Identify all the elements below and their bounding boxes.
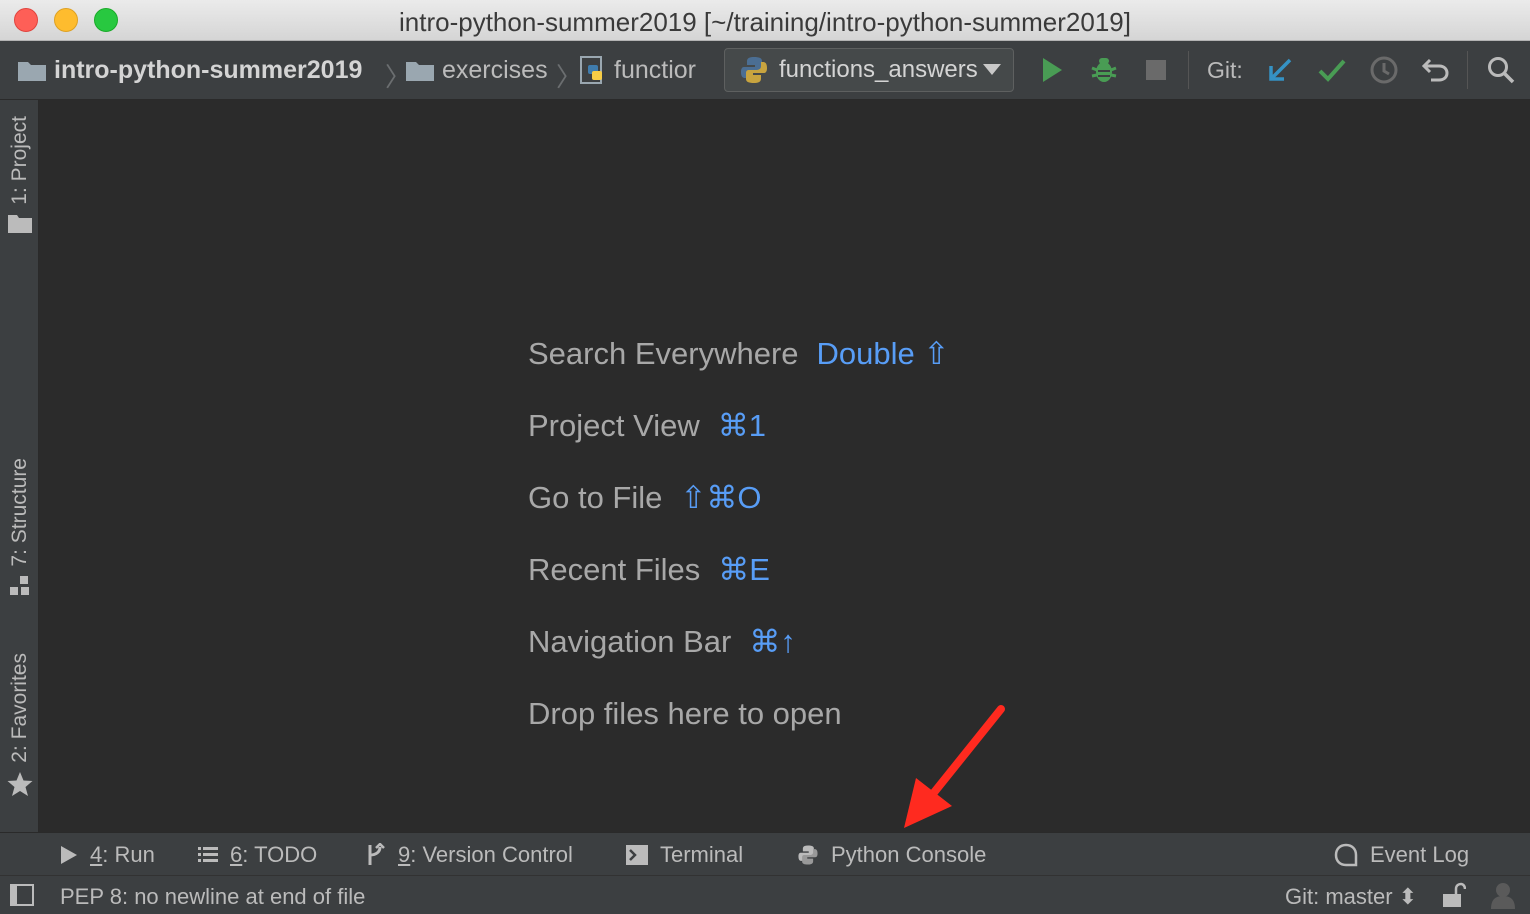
- tool-window-python-console[interactable]: Python Console: [797, 833, 986, 876]
- hint-label: Search Everywhere: [528, 336, 799, 371]
- hint-project-view: Project View ⌘1: [528, 408, 766, 444]
- python-icon: [798, 844, 818, 865]
- run-icon: [61, 845, 77, 864]
- hint-shortcut: ⌘1: [717, 408, 766, 443]
- tool-window-number: 6: [230, 841, 243, 867]
- search-icon: [1488, 57, 1515, 84]
- git-revert-button[interactable]: [1417, 51, 1455, 89]
- folder-icon: [406, 62, 434, 81]
- run-configuration-label: functions_answers: [779, 56, 978, 83]
- revert-icon: [1422, 58, 1449, 82]
- breadcrumb-folder[interactable]: exercises: [406, 41, 548, 99]
- lock-icon[interactable]: [1440, 882, 1466, 908]
- hint-navigation-bar: Navigation Bar ⌘↑: [528, 624, 796, 660]
- todo-icon: [198, 846, 218, 862]
- breadcrumb-label: exercises: [442, 55, 548, 84]
- history-icon: [1370, 56, 1398, 84]
- event-log-icon: [1334, 843, 1358, 866]
- tool-window-todo[interactable]: 6: TODO: [198, 833, 317, 876]
- git-branch-widget[interactable]: Git: master ⬍: [1285, 884, 1417, 910]
- tool-window-label: 1: Project: [7, 116, 31, 205]
- structure-icon: [9, 575, 29, 595]
- star-icon: [7, 771, 32, 796]
- terminal-icon: [626, 844, 648, 865]
- hint-label: Navigation Bar: [528, 624, 732, 659]
- title-bar: intro-python-summer2019 [~/training/intr…: [0, 0, 1530, 41]
- tool-window-favorites[interactable]: 2: Favorites: [0, 653, 39, 797]
- folder-icon: [18, 62, 46, 81]
- hint-recent-files: Recent Files ⌘E: [528, 552, 770, 588]
- toggle-tool-windows-icon[interactable]: [10, 884, 34, 906]
- tool-window-label: : Version Control: [410, 841, 573, 867]
- breadcrumb-file[interactable]: functior: [580, 41, 700, 99]
- tool-window-run[interactable]: 4: Run: [60, 833, 155, 876]
- tool-window-terminal[interactable]: Terminal: [626, 833, 743, 876]
- left-tool-window-strip: 1: Project 7: Structure 2: Favorites: [0, 100, 39, 832]
- git-label: Git:: [1207, 57, 1243, 83]
- editor-empty-area[interactable]: Search Everywhere Double ⇧ Project View ⌘1…: [40, 100, 1530, 832]
- python-file-icon: [580, 56, 602, 84]
- toolbar-divider: [1467, 51, 1468, 89]
- tool-window-event-log[interactable]: Event Log: [1334, 833, 1469, 876]
- tool-window-number: 9: [398, 841, 411, 867]
- breadcrumb-project[interactable]: intro-python-summer2019: [18, 41, 362, 99]
- git-commit-button[interactable]: [1313, 51, 1351, 89]
- stop-icon: [1146, 60, 1166, 80]
- tool-window-number: 4: [90, 841, 103, 867]
- annotation-arrow: [904, 705, 1005, 828]
- debug-icon: [1091, 58, 1117, 82]
- hint-shortcut: Double ⇧: [816, 336, 950, 371]
- tool-window-label: : TODO: [242, 841, 318, 867]
- git-update-icon: [1269, 58, 1292, 81]
- tool-window-version-control[interactable]: 9: Version Control: [366, 833, 573, 876]
- breadcrumb-separator: 〉: [556, 62, 583, 92]
- hint-label: Go to File: [528, 480, 663, 515]
- hint-shortcut: ⌘↑: [749, 624, 796, 659]
- hint-shortcut: ⇧⌘O: [680, 480, 762, 515]
- python-icon: [741, 57, 767, 83]
- chevron-down-icon: [983, 64, 1001, 75]
- search-everywhere-button[interactable]: [1482, 51, 1520, 89]
- hint-go-to-file: Go to File ⇧⌘O: [528, 480, 761, 516]
- tool-window-label: Event Log: [1370, 841, 1470, 867]
- hint-label: Project View: [528, 408, 700, 443]
- toolbar-divider: [1188, 51, 1189, 89]
- tool-window-project[interactable]: 1: Project: [0, 116, 39, 233]
- run-icon: [1043, 58, 1062, 82]
- bottom-tool-window-bar: 4: Run 6: TODO 9: Version Control Termin…: [0, 832, 1530, 875]
- folder-icon: [7, 214, 32, 233]
- run-configuration-dropdown[interactable]: functions_answers: [724, 48, 1014, 92]
- hint-drop-files: Drop files here to open: [528, 696, 842, 732]
- tool-window-label: Python Console: [831, 841, 987, 867]
- hector-icon[interactable]: [1488, 881, 1518, 911]
- git-commit-icon: [1318, 59, 1346, 82]
- run-button[interactable]: [1033, 51, 1071, 89]
- tool-window-label: Terminal: [660, 841, 744, 867]
- stop-button[interactable]: [1137, 51, 1175, 89]
- tool-window-label: 2: Favorites: [7, 653, 31, 763]
- navigation-bar: intro-python-summer2019 〉 exercises 〉 fu…: [0, 41, 1530, 100]
- version-control-icon: [368, 842, 385, 865]
- tool-window-label: : Run: [102, 841, 155, 867]
- hint-label: Recent Files: [528, 552, 701, 587]
- window-title: intro-python-summer2019 [~/training/intr…: [399, 7, 1131, 37]
- status-bar: PEP 8: no newline at end of file Git: ma…: [0, 875, 1530, 914]
- hint-shortcut: ⌘E: [718, 552, 770, 587]
- tool-window-label: 7: Structure: [7, 458, 31, 567]
- status-message: PEP 8: no newline at end of file: [60, 884, 366, 909]
- debug-button[interactable]: [1085, 51, 1123, 89]
- tool-window-structure[interactable]: 7: Structure: [0, 458, 39, 597]
- git-update-button[interactable]: [1261, 51, 1299, 89]
- breadcrumb-label: intro-python-summer2019: [54, 55, 363, 84]
- hint-label: Drop files here to open: [528, 696, 842, 731]
- hint-search-everywhere: Search Everywhere Double ⇧: [528, 336, 949, 372]
- git-history-button[interactable]: [1365, 51, 1403, 89]
- breadcrumb-label: functior: [614, 55, 696, 84]
